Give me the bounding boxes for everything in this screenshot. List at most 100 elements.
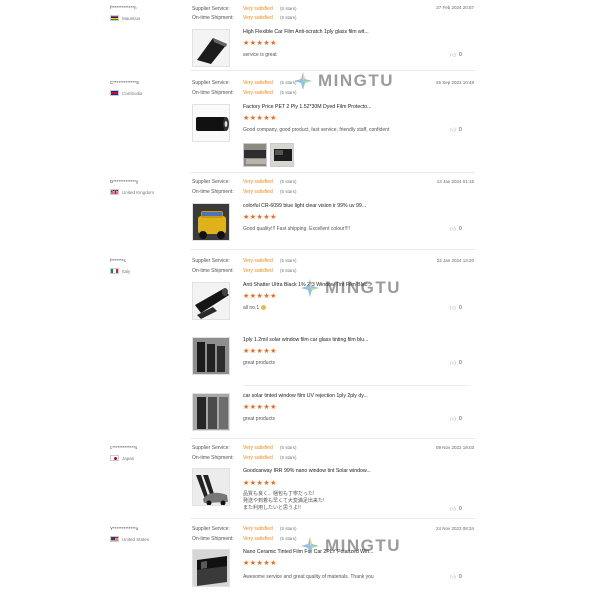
- like-count: 0: [459, 305, 462, 311]
- like-count: 0: [459, 52, 462, 58]
- supplier-service-stars: (5 stars): [280, 258, 297, 263]
- watermark-text: MINGTU: [325, 278, 402, 297]
- divider: [244, 385, 470, 386]
- supplier-service-label: Supplier Service:: [192, 6, 230, 12]
- country-label: Mauritius: [122, 15, 141, 21]
- ontime-shipment-label: On-time Shipment:: [192, 268, 234, 274]
- product-title-link[interactable]: Factory Price PET 2 Ply 1.52*30M Dyed Fi…: [243, 104, 371, 110]
- like-count: 0: [459, 416, 462, 422]
- emoji-icon: [260, 305, 266, 311]
- country-label: United States: [122, 536, 150, 542]
- star-logo-icon: [301, 279, 319, 297]
- ontime-shipment-stars: (5 stars): [280, 268, 297, 273]
- review-photo[interactable]: [243, 143, 267, 167]
- reviewer-name: C*************S: [110, 80, 140, 85]
- thumbs-up-icon[interactable]: 👍︎: [450, 51, 456, 59]
- ontime-shipment-stars: (5 stars): [280, 15, 297, 20]
- product-thumbnail[interactable]: [192, 104, 230, 142]
- supplier-service-stars: (5 stars): [280, 80, 297, 85]
- ontime-shipment-label: On-time Shipment:: [192, 90, 234, 96]
- product-thumbnail[interactable]: [192, 337, 230, 375]
- reviewer-name: c*************s: [110, 445, 138, 450]
- divider: [190, 70, 475, 71]
- review-date: 13 Jan 2024 01:15: [436, 179, 474, 184]
- supplier-service-value: Very satisfied: [243, 6, 273, 12]
- review-comment: great products: [243, 416, 275, 422]
- supplier-service-stars: (5 stars): [280, 445, 297, 450]
- review-comment: Good company, good product, fast service…: [243, 127, 390, 133]
- review-comment: 品質も良く、梱包も丁寧だった!: [243, 491, 315, 497]
- review-comment: Good quality!!! Fast shipping. Excellent…: [243, 226, 350, 232]
- review-date: 09 Nov 2022 19:03: [435, 445, 474, 450]
- product-rating-stars: ★★★★★: [243, 560, 277, 567]
- country-label: Japan: [122, 455, 135, 461]
- product-title-link[interactable]: car solar tinted window film UV rejectio…: [243, 393, 368, 399]
- product-thumbnail[interactable]: [192, 468, 230, 506]
- reviewer-name: Y*************o: [110, 526, 139, 531]
- supplier-service-label: Supplier Service:: [192, 258, 230, 264]
- product-thumbnail[interactable]: [192, 29, 230, 67]
- product-title-link[interactable]: colorful CR-6099 blue light clear vision…: [243, 203, 366, 209]
- supplier-service-stars: (5 stars): [280, 526, 297, 531]
- ontime-shipment-value: Very satisfied: [243, 189, 273, 195]
- product-title-link[interactable]: Nano Ceramic Tinted Film For Car 2PLY Po…: [243, 549, 373, 555]
- review-comment: Awesome service and great quality of mat…: [243, 574, 374, 580]
- ontime-shipment-label: On-time Shipment:: [192, 455, 234, 461]
- review-photo[interactable]: [270, 143, 294, 167]
- product-rating-stars: ★★★★★: [243, 480, 277, 487]
- ontime-shipment-value: Very satisfied: [243, 90, 273, 96]
- country-label: United Kingdom: [122, 189, 155, 195]
- supplier-service-value: Very satisfied: [243, 445, 273, 451]
- ontime-shipment-stars: (5 stars): [280, 189, 297, 194]
- review-comment-line3: また利用したいと思うよ!!: [243, 505, 301, 511]
- italy-flag-icon: [110, 268, 119, 274]
- product-rating-stars: ★★★★★: [243, 293, 277, 300]
- product-thumbnail[interactable]: [192, 549, 230, 587]
- reviewer-country: Cambodia: [110, 90, 143, 96]
- country-label: Italy: [122, 268, 131, 274]
- watermark: MINGTU: [293, 71, 394, 91]
- ontime-shipment-value: Very satisfied: [243, 536, 273, 542]
- product-rating-stars: ★★★★★: [243, 348, 277, 355]
- reviewer-name: D*************y: [110, 179, 139, 184]
- product-title-link[interactable]: 1ply 1.2mil solar window film car glass …: [243, 337, 368, 343]
- thumbs-up-icon[interactable]: 👍︎: [450, 359, 456, 367]
- cambodia-flag-icon: [110, 90, 119, 96]
- supplier-service-label: Supplier Service:: [192, 80, 230, 86]
- divider: [190, 249, 475, 250]
- thumbs-up-icon[interactable]: 👍︎: [450, 573, 456, 581]
- product-thumbnail[interactable]: [192, 393, 230, 431]
- ontime-shipment-stars: (5 stars): [280, 536, 297, 541]
- ontime-shipment-value: Very satisfied: [243, 455, 273, 461]
- supplier-service-value: Very satisfied: [243, 526, 273, 532]
- japan-flag-icon: [110, 455, 119, 461]
- ontime-shipment-label: On-time Shipment:: [192, 15, 234, 21]
- supplier-service-label: Supplier Service:: [192, 445, 230, 451]
- reviewer-name: f*******s: [110, 258, 126, 263]
- thumbs-up-icon[interactable]: 👍︎: [450, 304, 456, 312]
- watermark: MINGTU: [300, 278, 401, 298]
- review-date: 24 Nov 2023 08:34: [435, 526, 474, 531]
- ontime-shipment-value: Very satisfied: [243, 15, 273, 21]
- watermark-text: MINGTU: [318, 71, 395, 90]
- product-title-link[interactable]: Anti Shatter Ultra Black 1% 2*3 Window T…: [243, 282, 372, 288]
- product-thumbnail[interactable]: [192, 282, 230, 320]
- product-title-link[interactable]: Goodcarway IRR 99% nano window tint Sola…: [243, 468, 371, 474]
- product-thumbnail[interactable]: [192, 203, 230, 241]
- reviewer-country: United States: [110, 536, 149, 542]
- like-count: 0: [459, 360, 462, 366]
- divider: [190, 438, 475, 439]
- thumbs-up-icon[interactable]: 👍︎: [450, 126, 456, 134]
- like-count: 0: [459, 506, 462, 512]
- review-comment: all no.1: [243, 305, 266, 311]
- reviewer-country: Italy: [110, 268, 130, 274]
- thumbs-up-icon[interactable]: 👍︎: [450, 505, 456, 513]
- supplier-service-label: Supplier Service:: [192, 526, 230, 532]
- thumbs-up-icon[interactable]: 👍︎: [450, 225, 456, 233]
- product-title-link[interactable]: High Flexible Car Film Anti-scratch 1ply…: [243, 29, 369, 35]
- divider: [190, 518, 475, 519]
- thumbs-up-icon[interactable]: 👍︎: [450, 415, 456, 423]
- supplier-service-value: Very satisfied: [243, 258, 273, 264]
- country-label: Cambodia: [122, 90, 143, 96]
- review-comment: service is great: [243, 52, 277, 58]
